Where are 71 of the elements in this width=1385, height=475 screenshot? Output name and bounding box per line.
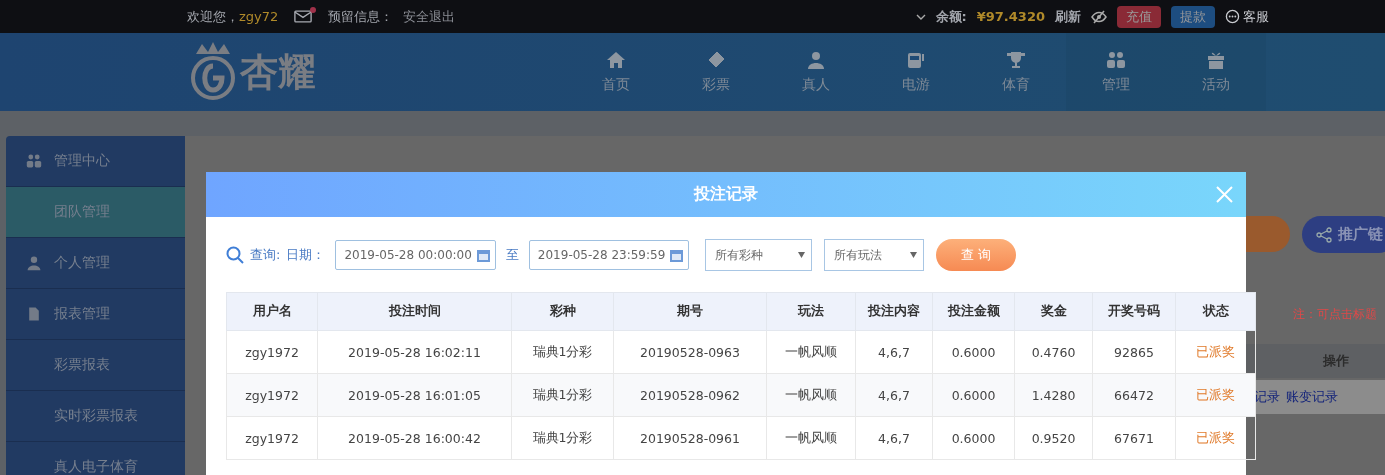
nav-item[interactable]: 电游 <box>866 33 966 111</box>
table-cell: 4,6,7 <box>855 416 933 460</box>
balance-label: 余额: <box>935 7 967 26</box>
ledger-link[interactable]: 账变记录 <box>1286 388 1338 406</box>
table-cell: 20190528-0961 <box>613 416 767 460</box>
deposit-button[interactable]: 充值 <box>1117 5 1161 28</box>
logo-text[interactable]: 杏耀 <box>240 46 316 98</box>
table-cell: 4,6,7 <box>855 330 933 374</box>
table-cell: 67671 <box>1092 416 1176 460</box>
column-header: 期号 <box>613 292 767 331</box>
table-cell: zgy1972 <box>226 416 318 460</box>
bet-record-link[interactable]: 记录 <box>1254 388 1280 406</box>
table-cell: 0.6000 <box>932 373 1015 417</box>
table-cell: 66472 <box>1092 373 1176 417</box>
lottery-select[interactable]: 所有彩种 <box>705 239 813 271</box>
column-header: 奖金 <box>1014 292 1093 331</box>
promo-link-button[interactable]: 推广链 <box>1302 216 1385 253</box>
sidebar-item[interactable]: 团队管理 <box>6 187 185 238</box>
table-cell: 2019-05-28 16:00:42 <box>317 416 512 460</box>
balance-amount: ¥97.4320 <box>976 9 1045 24</box>
table-cell: 一帆风顺 <box>766 330 856 374</box>
column-header: 用户名 <box>226 292 318 331</box>
column-header: 投注金额 <box>932 292 1015 331</box>
date-to-field[interactable]: 2019-05-28 23:59:59 <box>528 240 690 270</box>
logout-link[interactable]: 安全退出 <box>403 7 456 26</box>
column-header: 开奖号码 <box>1092 292 1176 331</box>
nav-item[interactable]: 首页 <box>566 33 666 111</box>
column-header: 状态 <box>1175 292 1256 331</box>
withdraw-button[interactable]: 提款 <box>1171 5 1215 28</box>
table-cell: 0.6000 <box>932 416 1015 460</box>
table-cell: 2019-05-28 16:02:11 <box>317 330 512 374</box>
reserved-info-label: 预留信息： <box>328 7 394 26</box>
table-cell: 4,6,7 <box>855 373 933 417</box>
status-text: 已派奖 <box>1175 416 1256 460</box>
play-select[interactable]: 所有玩法 <box>824 239 925 271</box>
note-text: 注：可点击标题 <box>1293 306 1377 323</box>
table-cell: 0.9520 <box>1014 416 1093 460</box>
table-cell: 瑞典1分彩 <box>511 416 614 460</box>
column-header: 玩法 <box>766 292 856 331</box>
search-button[interactable]: 查 询 <box>936 239 1017 271</box>
column-header: 投注内容 <box>855 292 933 331</box>
status-text: 已派奖 <box>1175 330 1256 374</box>
date-label: 日期： <box>286 246 326 264</box>
query-label: 查询: <box>250 246 281 264</box>
column-header: 投注时间 <box>317 292 512 331</box>
table-cell: zgy1972 <box>226 373 318 417</box>
table-cell: 0.4760 <box>1014 330 1093 374</box>
support-link[interactable]: 客服 <box>1225 7 1269 26</box>
nav-item[interactable]: 管理 <box>1066 33 1166 111</box>
table-cell: 一帆风顺 <box>766 416 856 460</box>
to-label: 至 <box>505 246 519 264</box>
table-cell: 1.4280 <box>1014 373 1093 417</box>
nav-item[interactable]: 体育 <box>966 33 1066 111</box>
table-cell: 20190528-0962 <box>613 373 767 417</box>
table-cell: 0.6000 <box>932 330 1015 374</box>
refresh-link[interactable]: 刷新 <box>1055 7 1081 26</box>
table-cell: 92865 <box>1092 330 1176 374</box>
column-header: 彩种 <box>511 292 614 331</box>
table-cell: 2019-05-28 16:01:05 <box>317 373 512 417</box>
nav-item[interactable]: 活动 <box>1166 33 1266 111</box>
table-cell: 一帆风顺 <box>766 373 856 417</box>
table-cell: 瑞典1分彩 <box>511 373 614 417</box>
status-text: 已派奖 <box>1175 373 1256 417</box>
table-cell: zgy1972 <box>226 330 318 374</box>
nav-item[interactable]: 彩票 <box>666 33 766 111</box>
table-cell: 瑞典1分彩 <box>511 330 614 374</box>
table-cell: 20190528-0963 <box>613 330 767 374</box>
dialog-title: 投注记录 <box>694 184 758 205</box>
nav-item[interactable]: 真人 <box>766 33 866 111</box>
welcome-text: 欢迎您，zgy72 <box>187 7 279 26</box>
date-from-field[interactable]: 2019-05-28 00:00:00 <box>335 240 496 270</box>
